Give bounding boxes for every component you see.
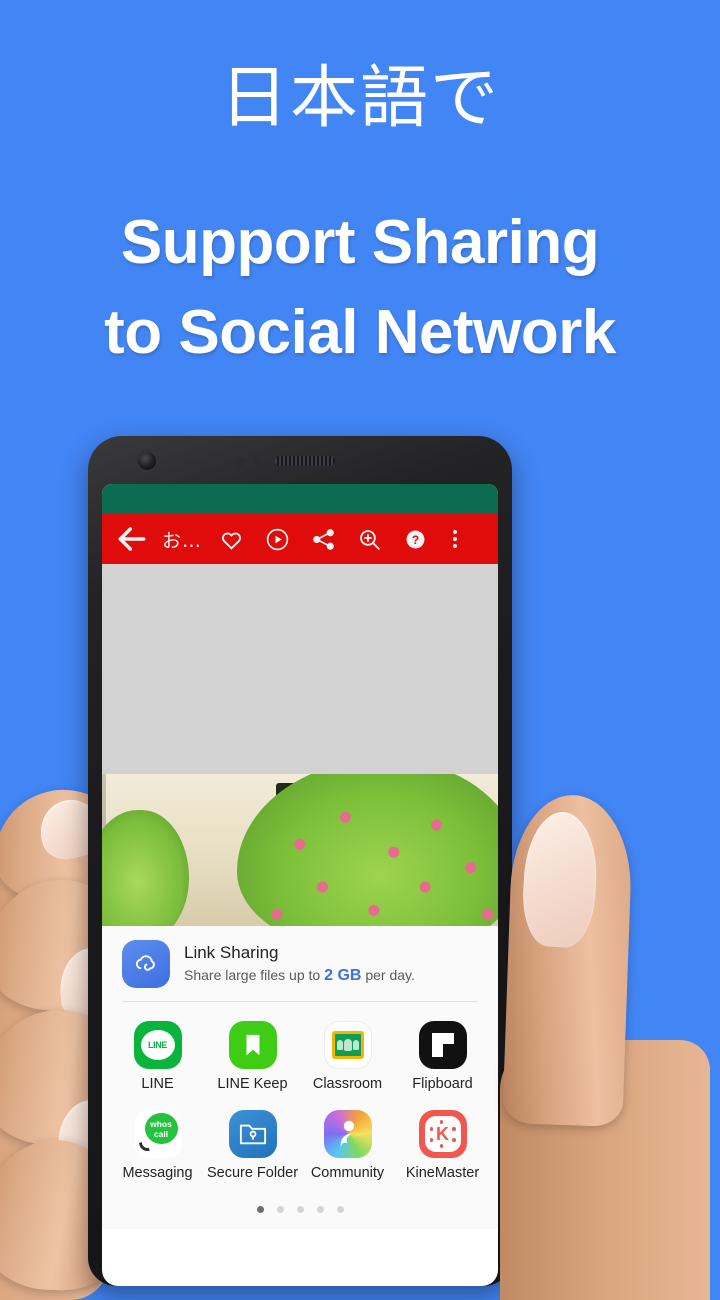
promo-headline: Support Sharing to Social Network [0, 198, 720, 378]
share-target-label: Flipboard [412, 1076, 473, 1092]
content-placeholder [102, 564, 498, 774]
earpiece-speaker-icon [274, 455, 336, 467]
photo-flower-bush [236, 774, 498, 926]
page-indicator[interactable] [102, 1196, 498, 1229]
share-target-kinemaster[interactable]: K KineMaster [395, 1103, 490, 1192]
link-sharing-title: Link Sharing [184, 943, 279, 962]
svg-text:?: ? [411, 533, 418, 547]
proximity-sensor-icon [236, 457, 245, 466]
right-palm [500, 1040, 710, 1300]
whoscall-text-line-1: whos [150, 1118, 172, 1129]
flipboard-icon [418, 1021, 467, 1069]
share-target-community[interactable]: Community [300, 1103, 395, 1192]
link-sharing-subtitle-prefix: Share large files up to [184, 967, 325, 983]
link-sharing-subtitle: Share large files up to 2 GB per day. [184, 967, 415, 985]
overflow-menu-icon[interactable] [438, 519, 472, 559]
share-target-row: LINE LINE LINE Keep Classroom Flipboard [110, 1014, 490, 1103]
share-target-row: whos call Messaging Secure Folder Commun… [110, 1103, 490, 1192]
line-icon: LINE [133, 1021, 182, 1069]
phone-screen: お… ? Link Sharing Share large files up t… [102, 484, 498, 1286]
share-target-label: KineMaster [405, 1165, 480, 1181]
page-dot[interactable] [336, 1206, 344, 1213]
page-dot[interactable] [296, 1206, 304, 1213]
arrow-left-icon[interactable] [112, 519, 152, 559]
status-bar [102, 484, 498, 514]
right-thumbnail [520, 810, 600, 949]
promo-japanese-line: 日本語で [219, 59, 500, 138]
community-icon [323, 1110, 372, 1158]
share-target-label: Community [310, 1165, 385, 1181]
promo-headline-line-2: to Social Network [104, 297, 616, 367]
secure-folder-icon [228, 1110, 277, 1158]
app-toolbar: お… ? [102, 514, 498, 564]
page-dot[interactable] [316, 1206, 324, 1213]
flower-photo [102, 774, 498, 926]
zoom-in-icon[interactable] [346, 519, 392, 559]
toolbar-title: お… [162, 529, 203, 552]
page-dot[interactable] [256, 1206, 264, 1213]
share-target-label: Secure Folder [206, 1165, 299, 1181]
link-sharing-quota: 2 GB [324, 967, 362, 984]
link-sharing-subtitle-suffix: per day. [361, 967, 415, 983]
phone-device: お… ? Link Sharing Share large files up t… [88, 436, 512, 1286]
right-thumb [502, 793, 634, 1127]
line-keep-icon [228, 1021, 277, 1069]
kinemaster-letter: K [436, 1123, 449, 1144]
whoscall-text-line-2: call [153, 1128, 169, 1139]
share-target-grid: LINE LINE LINE Keep Classroom Flipboard … [102, 1002, 498, 1196]
front-camera-icon [136, 450, 158, 472]
share-target-flipboard[interactable]: Flipboard [395, 1014, 490, 1103]
share-target-label: LINE Keep [217, 1076, 288, 1092]
promo-headline-line-1: Support Sharing [120, 208, 600, 277]
kinemaster-icon: K [418, 1110, 467, 1158]
page-dot[interactable] [276, 1206, 284, 1213]
line-badge-text: LINE [148, 1040, 167, 1050]
play-circle-icon[interactable] [254, 519, 300, 559]
share-target-label: Classroom [312, 1076, 383, 1092]
share-target-line[interactable]: LINE LINE [110, 1014, 205, 1103]
whoscall-messaging-icon: whos call [133, 1110, 182, 1158]
share-target-messaging[interactable]: whos call Messaging [110, 1103, 205, 1192]
share-target-label: Messaging [122, 1165, 193, 1181]
phone-top-bezel [88, 436, 512, 484]
favorite-icon[interactable] [208, 519, 254, 559]
link-sharing-row[interactable]: Link Sharing Share large files up to 2 G… [102, 940, 498, 1001]
share-icon[interactable] [300, 519, 346, 559]
share-target-label: LINE [141, 1076, 174, 1092]
cloud-link-icon [122, 940, 170, 988]
share-target-secure-folder[interactable]: Secure Folder [205, 1103, 300, 1192]
share-target-classroom[interactable]: Classroom [300, 1014, 395, 1103]
share-sheet: Link Sharing Share large files up to 2 G… [102, 926, 498, 1229]
light-sensor-icon [254, 458, 261, 465]
share-target-line-keep[interactable]: LINE Keep [205, 1014, 300, 1103]
classroom-icon [323, 1021, 372, 1069]
help-icon[interactable]: ? [392, 519, 438, 559]
